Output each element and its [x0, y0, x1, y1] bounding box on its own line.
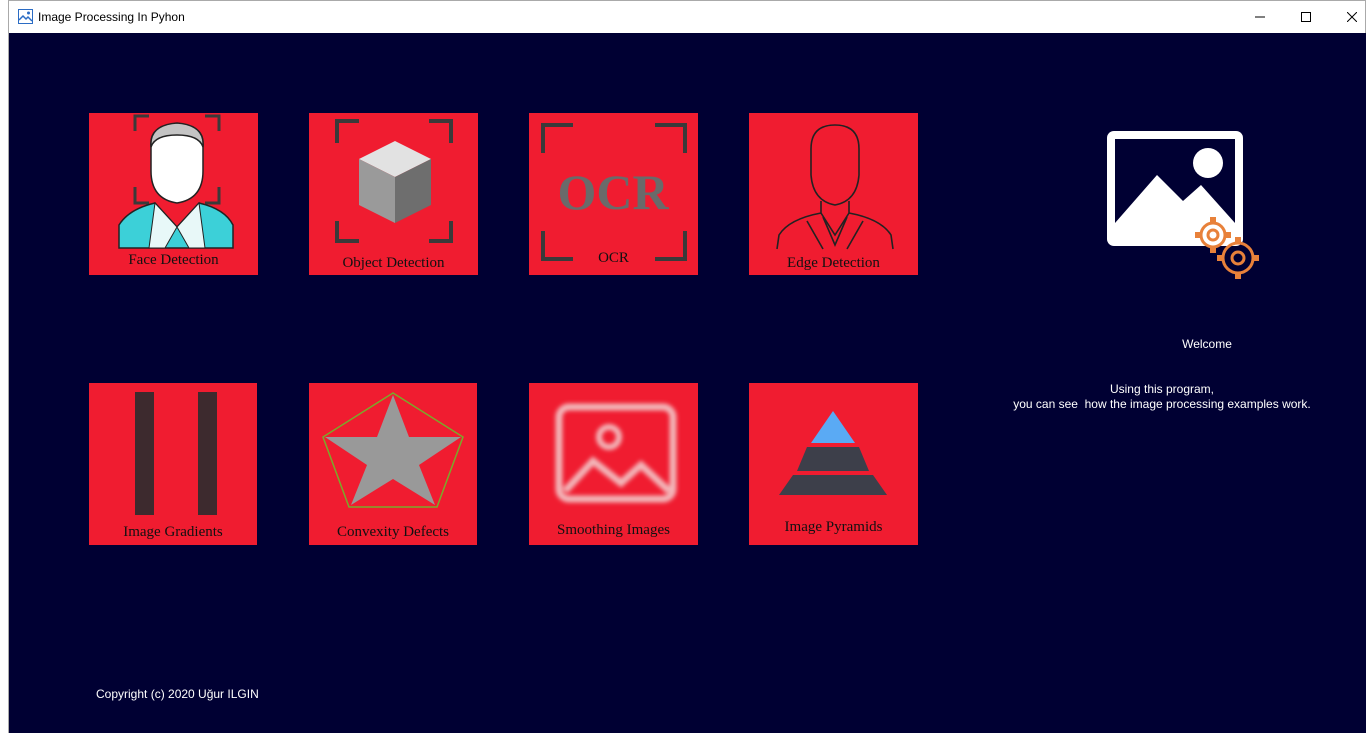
image-pyramids-button[interactable]: Image Pyramids — [749, 383, 918, 545]
tile-label: Object Detection — [342, 255, 445, 271]
gradient-bars-icon — [135, 392, 217, 515]
copyright-text: Copyright (c) 2020 Uğur ILGIN — [96, 687, 259, 701]
image-gears-icon — [1107, 131, 1259, 279]
close-icon — [1347, 12, 1357, 22]
tile-label: Face Detection — [128, 252, 219, 268]
image-processing-app-icon — [18, 9, 33, 24]
blurred-image-icon — [555, 403, 677, 503]
object-detection-button[interactable]: Object Detection — [309, 113, 478, 275]
convexity-defects-button[interactable]: Convexity Defects — [309, 383, 477, 545]
tile-label: OCR — [598, 250, 629, 266]
edge-detection-button[interactable]: Edge Detection — [749, 113, 918, 275]
maximize-button[interactable] — [1283, 1, 1329, 33]
smoothing-images-button[interactable]: Smoothing Images — [529, 383, 698, 545]
welcome-description: Using this program, you can see how the … — [999, 382, 1325, 412]
tile-label: Convexity Defects — [336, 524, 450, 540]
welcome-line-2: you can see how the image processing exa… — [1013, 397, 1311, 411]
tile-label: Smoothing Images — [557, 522, 670, 538]
tile-label: Image Pyramids — [784, 519, 883, 535]
welcome-title: Welcome — [1182, 337, 1232, 351]
minimize-button[interactable] — [1237, 1, 1283, 33]
image-gradients-button[interactable]: Image Gradients — [89, 383, 257, 545]
ocr-button[interactable]: OCR OCR — [529, 113, 698, 275]
face-detection-icon — [118, 114, 234, 249]
maximize-icon — [1301, 12, 1311, 22]
cube-icon — [335, 119, 453, 243]
main-panel: Face Detection Object Detection OCR OCR … — [9, 33, 1366, 733]
edge-outline-icon — [776, 124, 894, 250]
face-detection-button[interactable]: Face Detection — [89, 113, 258, 275]
window-title: Image Processing In Pyhon — [38, 10, 185, 24]
ocr-art-text: OCR — [557, 164, 669, 220]
star-hull-icon — [322, 392, 464, 508]
title-bar[interactable]: Image Processing In Pyhon — [9, 1, 1365, 33]
minimize-icon — [1255, 16, 1265, 18]
welcome-line-1: Using this program, — [1109, 382, 1215, 396]
close-button[interactable] — [1329, 1, 1366, 33]
tile-label: Image Gradients — [123, 524, 223, 540]
tile-label: Edge Detection — [787, 255, 880, 271]
app-window: Image Processing In Pyhon Face Detection… — [8, 0, 1366, 733]
